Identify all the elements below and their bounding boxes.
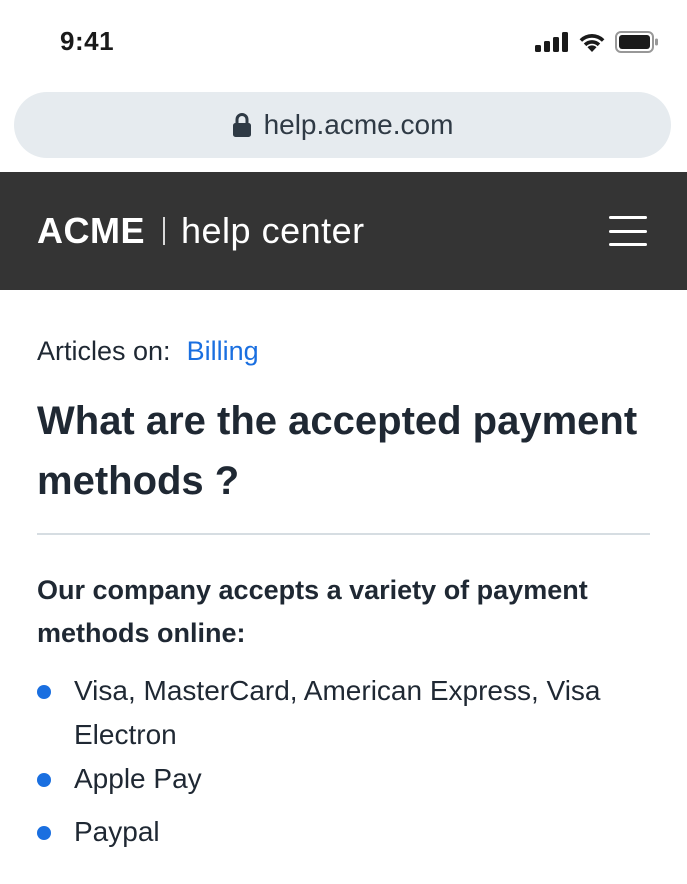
list-item-text: Visa, MasterCard, American Express, Visa…	[74, 675, 601, 750]
status-icons	[535, 28, 659, 56]
list-item-text: Apple Pay	[74, 763, 202, 794]
payment-methods-list: Visa, MasterCard, American Express, Visa…	[37, 669, 650, 854]
list-item: Visa, MasterCard, American Express, Visa…	[37, 669, 650, 757]
list-item: Paypal	[37, 810, 650, 854]
article-content: Articles on: Billing What are the accept…	[37, 336, 650, 854]
list-item-text: Paypal	[74, 816, 160, 847]
url-text[interactable]: help.acme.com	[264, 109, 454, 141]
status-bar: 9:41	[0, 0, 687, 86]
bullet-icon	[37, 685, 51, 699]
divider	[37, 533, 650, 535]
breadcrumb: Articles on: Billing	[37, 336, 650, 367]
menu-line	[609, 243, 647, 246]
battery-icon	[615, 31, 658, 53]
page-title: What are the accepted payment methods ?	[37, 399, 638, 503]
list-item: Apple Pay	[37, 757, 650, 801]
cellular-signal-icon	[535, 32, 568, 52]
category-link-billing[interactable]: Billing	[187, 336, 259, 367]
address-bar[interactable]: help.acme.com	[14, 92, 671, 158]
breadcrumb-label: Articles on:	[37, 336, 171, 366]
wifi-icon	[579, 34, 605, 52]
bullet-icon	[37, 773, 51, 787]
brand-logo[interactable]: ACME	[37, 210, 145, 252]
site-header: ACME help center	[0, 172, 687, 290]
article-intro: Our company accepts a variety of payment…	[37, 575, 588, 648]
brand-divider	[163, 217, 165, 245]
status-time: 9:41	[60, 26, 115, 56]
menu-line	[609, 229, 647, 233]
brand-subtitle: help center	[181, 210, 365, 251]
lock-icon	[232, 113, 251, 137]
menu-line	[609, 216, 647, 219]
bullet-icon	[37, 826, 51, 840]
hamburger-menu-icon[interactable]	[609, 216, 647, 246]
